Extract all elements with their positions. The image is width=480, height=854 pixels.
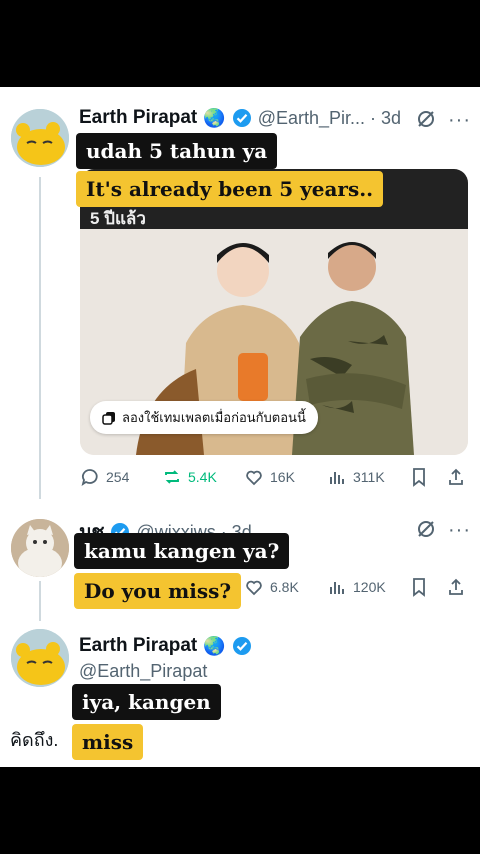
repost-count: 5.4K [188,469,217,485]
tweet-body: คิดถึง. [10,730,59,750]
view-count: 311K [353,469,385,485]
grok-icon[interactable] [416,519,436,539]
handle[interactable]: @Earth_Pirapat [79,661,207,682]
caption-original: iya, kangen [72,684,221,720]
more-options-icon[interactable]: ··· [448,519,471,542]
twitter-thread: Earth Pirapat 🌏 @Earth_Pir... · 3d ··· u… [0,87,480,767]
reply-count: 254 [106,469,130,485]
thread-connector [39,177,41,499]
caption-translation: Do you miss? [74,573,242,609]
grok-icon[interactable] [416,109,436,129]
heart-icon [246,470,262,486]
image-header-text: 5 ปีแล้ว [90,209,146,228]
repost-button[interactable]: 5.4K [162,467,217,487]
bookmark-icon[interactable] [409,577,429,597]
template-pill-text[interactable]: ลองใช้เทมเพลตเมื่อก่อนกับตอนนี้ [122,407,306,428]
views-icon [330,472,344,484]
avatar-earth[interactable] [11,629,69,687]
caption-translation: miss [72,724,144,760]
views-button[interactable]: 120K [327,577,386,597]
like-count: 6.8K [270,579,299,595]
reply-button[interactable]: 254 [80,467,129,487]
display-name[interactable]: Earth Pirapat [79,635,197,657]
display-name[interactable]: Earth Pirapat [79,107,197,129]
verified-icon [232,637,251,655]
like-button[interactable]: 16K [244,467,295,487]
heart-icon [246,580,262,596]
view-count: 120K [353,579,386,595]
handle-time[interactable]: @Earth_Pir... · 3d [258,108,401,129]
verified-icon [232,109,251,127]
caption-original: udah 5 tahun ya [76,133,278,169]
avatar-earth[interactable] [11,109,69,167]
globe-icon: 🌏 [203,635,226,656]
template-icon [102,411,115,425]
reply-icon [81,469,98,487]
like-count: 16K [270,469,295,485]
bookmark-icon[interactable] [409,467,429,487]
views-button[interactable]: 311K [327,467,385,487]
repost-icon [165,470,179,484]
share-icon[interactable] [446,467,466,487]
more-options-icon[interactable]: ··· [448,109,471,132]
share-icon[interactable] [446,577,466,597]
tweet-photo[interactable]: 5 ปีแล้ว ลองใช้เทมเพลตเมื่อก่อนกับตอนนี้ [80,169,468,455]
like-button[interactable]: 6.8K [244,577,299,597]
views-icon [330,582,344,594]
globe-icon: 🌏 [203,107,226,128]
thread-connector [39,581,41,621]
caption-original: kamu kangen ya? [74,533,290,569]
caption-translation: It's already been 5 years.. [76,171,384,207]
avatar-wixxiws[interactable] [11,519,69,577]
